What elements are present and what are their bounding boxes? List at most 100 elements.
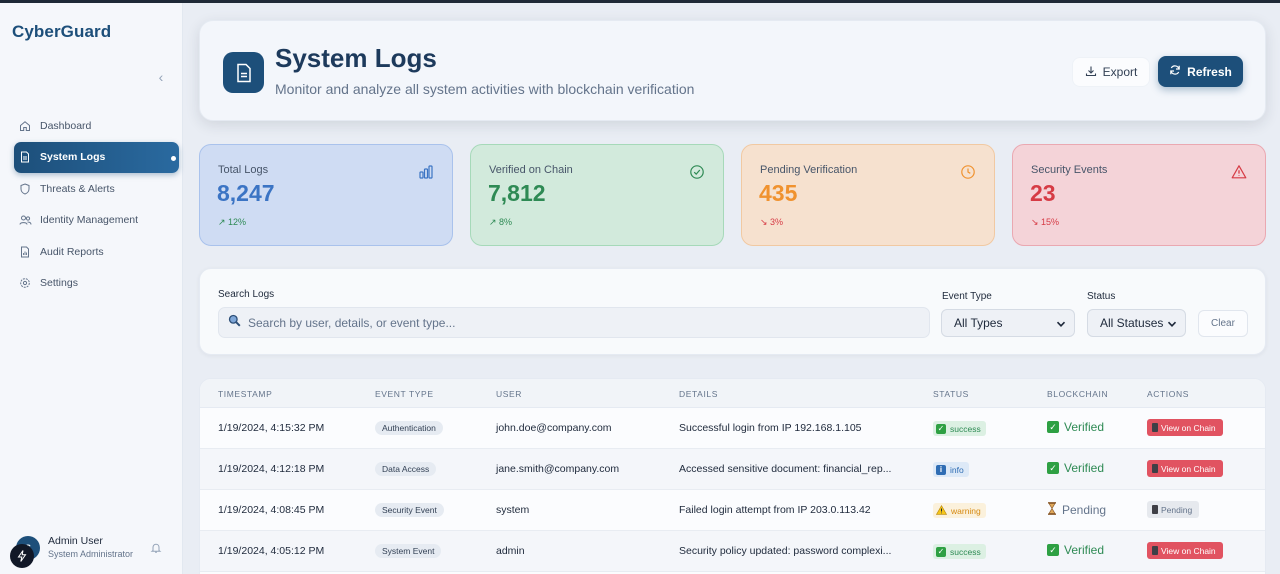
logs-table: Timestamp Event Type User Details Status… — [199, 378, 1266, 574]
phone-icon — [1152, 546, 1158, 555]
users-icon — [18, 213, 32, 227]
sidebar-item-system-logs[interactable]: System Logs — [14, 141, 179, 173]
export-label: Export — [1102, 65, 1138, 79]
stat-value: 7,812 — [488, 180, 546, 206]
cell-details: Accessed sensitive document: financial_r… — [679, 463, 892, 475]
phone-icon — [1152, 505, 1158, 514]
stat-card-pending-verification: Pending Verification 435 ↘ 3% — [741, 144, 995, 246]
refresh-label: Refresh — [1187, 64, 1232, 79]
sidebar-item-label: Settings — [40, 277, 78, 289]
sidebar-item-audit-reports[interactable]: Audit Reports — [14, 236, 179, 267]
cell-timestamp: 1/19/2024, 4:15:32 PM — [218, 422, 325, 434]
user-name: Admin User — [48, 535, 103, 547]
stat-delta: ↘ 15% — [1031, 217, 1060, 227]
stat-card-security-events: Security Events 23 ↘ 15% — [1012, 144, 1266, 246]
check-icon: ✓ — [936, 423, 946, 434]
table-row[interactable]: 1/19/2024, 4:05:12 PM System Event admin… — [200, 531, 1265, 572]
sidebar: CyberGuard ‹ Dashboard System Logs Threa… — [0, 3, 183, 574]
chevron-down-icon — [1056, 318, 1066, 332]
table-row[interactable]: 1/19/2024, 4:12:18 PM Data Access jane.s… — [200, 449, 1265, 490]
sidebar-item-identity-management[interactable]: Identity Management — [14, 205, 179, 236]
event-type-badge: System Event — [375, 544, 442, 558]
check-icon: ✓ — [1047, 544, 1059, 556]
status-badge: ✓ success — [933, 544, 986, 559]
status-value: All Statuses — [1100, 316, 1164, 330]
view-on-chain-button[interactable]: View on Chain — [1147, 542, 1223, 559]
brand-logo[interactable]: CyberGuard — [12, 22, 111, 42]
search-input[interactable] — [248, 315, 908, 330]
action-label: Pending — [1161, 504, 1193, 515]
column-header[interactable]: Timestamp — [218, 389, 272, 399]
view-on-chain-button[interactable]: View on Chain — [1147, 460, 1223, 477]
download-icon — [1085, 65, 1097, 80]
export-button[interactable]: Export — [1072, 57, 1150, 87]
stat-label: Security Events — [1031, 164, 1108, 176]
refresh-button[interactable]: Refresh — [1158, 56, 1243, 87]
clock-icon — [960, 164, 976, 180]
phone-icon — [1152, 423, 1158, 432]
stat-card-verified-on-chain: Verified on Chain 7,812 ↗ 8% — [470, 144, 724, 246]
cell-timestamp: 1/19/2024, 4:05:12 PM — [218, 545, 325, 557]
window-top-bar — [0, 0, 1280, 3]
check-icon: ✓ — [936, 546, 946, 557]
status-select[interactable]: All Statuses — [1087, 309, 1186, 337]
column-header[interactable]: Actions — [1147, 389, 1189, 399]
action-label: View on Chain — [1161, 422, 1216, 433]
table-row[interactable]: 1/19/2024, 4:15:32 PM Authentication joh… — [200, 408, 1265, 449]
event-type-badge: Security Event — [375, 503, 444, 517]
blockchain-status: Pending — [1047, 502, 1106, 518]
event-type-value: All Types — [954, 316, 1003, 330]
lightning-icon[interactable] — [10, 544, 34, 568]
status-text: success — [950, 546, 981, 557]
user-profile[interactable]: S Admin User System Administrator — [16, 533, 176, 563]
view-on-chain-button[interactable]: View on Chain — [1147, 419, 1223, 436]
sidebar-item-threats-alerts[interactable]: Threats & Alerts — [14, 173, 179, 204]
filter-panel: Search Logs Event Type All Types Status … — [199, 268, 1266, 355]
stat-label: Verified on Chain — [489, 164, 573, 176]
check-icon: ✓ — [1047, 421, 1059, 433]
stat-label: Pending Verification — [760, 164, 858, 176]
warning-icon — [935, 504, 948, 517]
event-type-badge: Data Access — [375, 462, 437, 476]
column-header[interactable]: Blockchain — [1047, 389, 1108, 399]
search-icon — [228, 314, 241, 332]
page-subtitle: Monitor and analyze all system activitie… — [275, 81, 695, 97]
page-header: System Logs Monitor and analyze all syst… — [199, 20, 1266, 121]
pending-action-button[interactable]: Pending — [1147, 501, 1200, 518]
sidebar-item-settings[interactable]: Settings — [14, 268, 179, 299]
status-text: success — [950, 423, 981, 434]
blockchain-status: ✓ Verified — [1047, 461, 1104, 475]
column-header[interactable]: User — [496, 389, 522, 399]
check-icon: ✓ — [1047, 462, 1059, 474]
event-type-select[interactable]: All Types — [941, 309, 1075, 337]
column-header[interactable]: Status — [933, 389, 969, 399]
blockchain-status: ✓ Verified — [1047, 543, 1104, 557]
status-badge: i info — [933, 462, 969, 477]
phone-icon — [1152, 464, 1158, 473]
sidebar-item-dashboard[interactable]: Dashboard — [14, 110, 179, 141]
bell-icon[interactable] — [150, 541, 162, 553]
blockchain-text: Verified — [1064, 543, 1105, 557]
gear-icon — [18, 276, 32, 290]
stat-value: 8,247 — [217, 180, 275, 206]
document-icon — [223, 52, 264, 93]
sidebar-nav: Dashboard System Logs Threats & Alerts I… — [14, 110, 179, 299]
stat-delta: ↗ 12% — [218, 217, 247, 227]
column-header[interactable]: Event Type — [375, 389, 434, 399]
sidebar-item-label: Dashboard — [40, 119, 92, 132]
status-badge: ✓ success — [933, 421, 986, 436]
action-label: View on Chain — [1161, 545, 1216, 556]
stat-delta: ↘ 3% — [760, 217, 784, 227]
stat-card-total-logs: Total Logs 8,247 ↗ 12% — [199, 144, 453, 246]
clear-button[interactable]: Clear — [1198, 310, 1248, 337]
table-header: Timestamp Event Type User Details Status… — [200, 379, 1265, 408]
event-type-badge: Authentication — [375, 421, 443, 435]
status-text: warning — [951, 505, 981, 516]
column-header[interactable]: Details — [679, 389, 718, 399]
warning-icon — [1231, 164, 1247, 180]
table-row[interactable]: 1/19/2024, 4:08:45 PM Security Event sys… — [200, 490, 1265, 531]
chevron-left-icon[interactable]: ‹ — [154, 69, 168, 85]
blockchain-text: Verified — [1064, 461, 1105, 475]
active-indicator — [171, 155, 176, 161]
cell-details: Successful login from IP 192.168.1.105 — [679, 422, 862, 434]
